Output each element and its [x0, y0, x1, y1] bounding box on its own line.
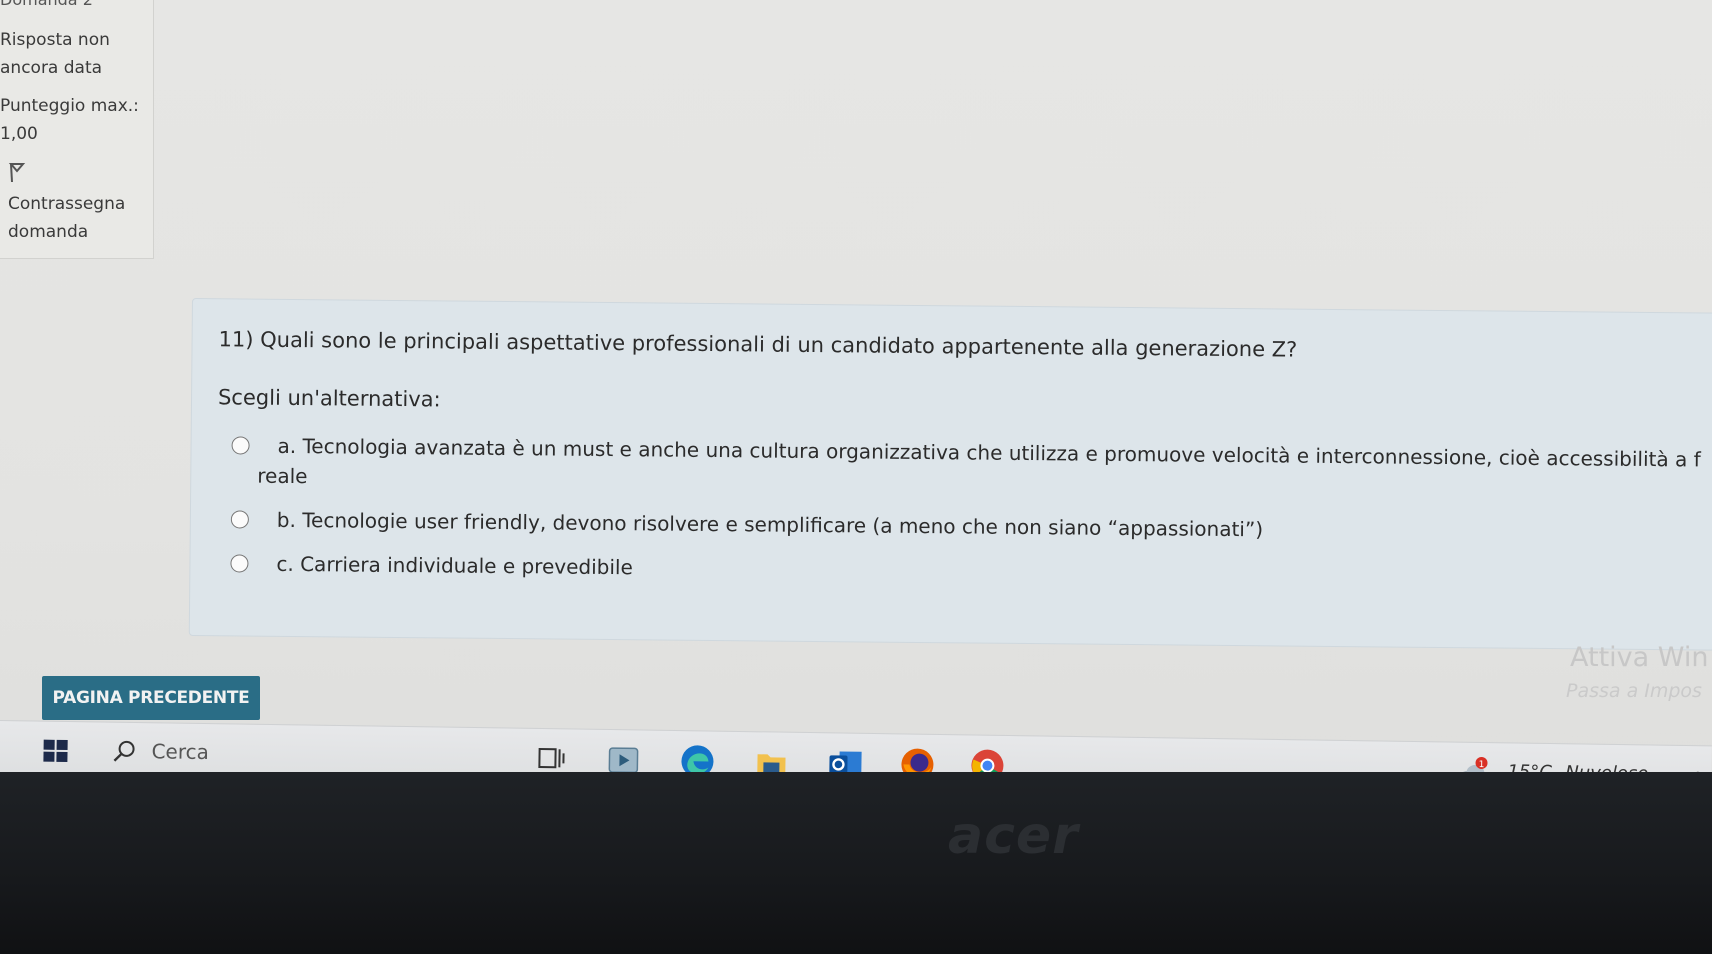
weather-badge: 1 — [1479, 760, 1485, 770]
flag-question-link[interactable]: Contrassegna domanda — [8, 190, 148, 246]
question-text: 11) Quali sono le principali aspettative… — [218, 327, 1298, 362]
activation-watermark-title: Attiva Win — [1570, 642, 1709, 673]
question-panel: 11) Quali sono le principali aspettative… — [188, 298, 1712, 651]
search-icon — [113, 740, 135, 762]
answer-status: Risposta non ancora data — [0, 30, 110, 78]
option-a-label-continuation[interactable]: reale — [257, 464, 307, 488]
monitor-bezel — [0, 772, 1712, 954]
radio-button-b[interactable] — [230, 510, 249, 529]
activation-watermark-subtitle: Passa a Impos — [1566, 680, 1702, 702]
radio-button-a[interactable] — [231, 436, 250, 455]
question-info-panel: Domanda 2 Risposta non ancora data Punte… — [0, 0, 154, 259]
max-score: Punteggio max.: 1,00 — [0, 96, 139, 144]
option-b-label[interactable]: b. Tecnologie user friendly, devono riso… — [277, 508, 1263, 541]
radio-button-c[interactable] — [230, 554, 249, 573]
question-number: Domanda 2 — [0, 0, 93, 14]
flag-icon[interactable] — [8, 162, 26, 184]
option-c-label[interactable]: c. Carriera individuale e prevedibile — [276, 552, 633, 579]
search-placeholder[interactable]: Cerca — [151, 739, 209, 764]
monitor-brand-logo: acer — [948, 806, 1079, 866]
previous-page-button[interactable]: PAGINA PRECEDENTE — [42, 676, 260, 720]
windows-start-icon[interactable] — [43, 739, 69, 764]
answer-prompt: Scegli un'alternativa: — [217, 385, 441, 412]
option-a-label[interactable]: a. Tecnologia avanzata è un must e anche… — [277, 434, 1700, 472]
